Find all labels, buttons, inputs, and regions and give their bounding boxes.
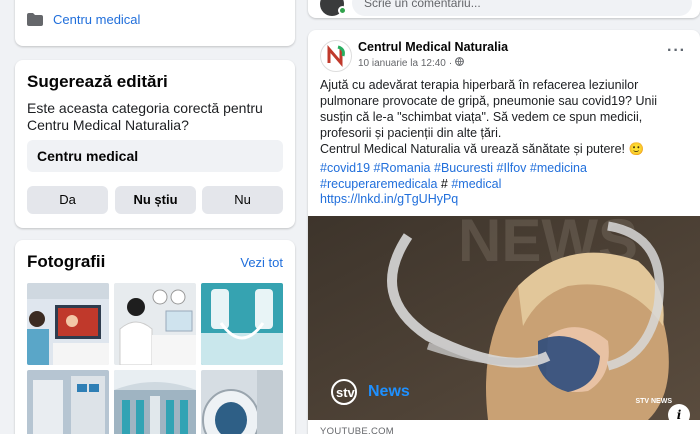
more-options-button[interactable]: ··· [667,42,686,60]
dont-know-button[interactable]: Nu știu [115,186,196,214]
yes-button[interactable]: Da [27,186,108,214]
post: Centrul Medical Naturalia 10 ianuarie la… [308,30,700,434]
video-brand-text: News [368,383,410,400]
photo-thumbnail[interactable] [27,370,109,434]
post-text: Ajută cu adevărat terapia hiperbară în r… [320,77,692,157]
page-logo[interactable] [320,40,352,72]
post-url-link[interactable]: https://lnkd.in/gTgUHyPq [320,192,458,206]
suggest-edits-card: Sugerează editări Este aceasta categoria… [15,60,295,228]
category-field: Centru medical [27,140,283,172]
hashtag-separator: # [440,177,448,191]
hashtag-link[interactable]: #medicina [530,161,587,175]
globe-icon [455,57,465,69]
hashtag-link[interactable]: #recuperaremedicala [320,177,437,191]
info-icon[interactable]: i [668,404,690,420]
category-card: Centru medical [15,0,295,46]
post-date[interactable]: 10 ianuarie la 12:40 [358,58,446,69]
svg-text:stv: stv [336,385,356,400]
stv-news-logo: stv News [330,378,410,406]
photo-thumbnail[interactable] [114,370,196,434]
post-text-closing: Centrul Medical Naturalia vă urează sănă… [320,142,645,156]
see-all-photos-link[interactable]: Vezi tot [240,255,283,270]
hashtag-link[interactable]: #covid19 [320,161,370,175]
video-thumbnail[interactable]: NEWS stv News STV NEWS i [308,216,700,420]
page-name[interactable]: Centrul Medical Naturalia [358,40,508,54]
hashtag-link[interactable]: #Romania [374,161,431,175]
folder-icon [27,13,43,26]
photos-title: Fotografii [27,252,106,271]
category-row[interactable]: Centru medical [27,12,140,27]
comment-input[interactable]: Scrie un comentariu... [352,0,692,16]
hashtag-link[interactable]: #medical [451,177,501,191]
photos-card: Fotografii Vezi tot [15,240,295,434]
category-link[interactable]: Centru medical [53,12,140,27]
suggest-edits-title: Sugerează editări [27,72,168,91]
comment-composer: Scrie un comentariu... [308,0,700,18]
video-watermark: STV NEWS [635,398,672,405]
post-meta: 10 ianuarie la 12:40 · [358,57,465,69]
photo-thumbnail[interactable] [201,283,283,365]
suggest-edits-question: Este aceasta categoria corectă pentru Ce… [27,100,263,133]
photo-thumbnail[interactable] [201,370,283,434]
hashtag-link[interactable]: #Bucuresti [434,161,493,175]
hashtags: #covid19 #Romania #Bucuresti #Ilfov #med… [320,160,692,192]
meta-separator: · [448,57,453,69]
online-status-dot [338,6,347,15]
photo-thumbnail[interactable] [27,283,109,365]
link-source: YOUTUBE.COM [320,426,395,434]
hashtag-link[interactable]: #Ilfov [497,161,527,175]
no-button[interactable]: Nu [202,186,283,214]
photo-thumbnail[interactable] [114,283,196,365]
post-text-body: Ajută cu adevărat terapia hiperbară în r… [320,78,658,140]
